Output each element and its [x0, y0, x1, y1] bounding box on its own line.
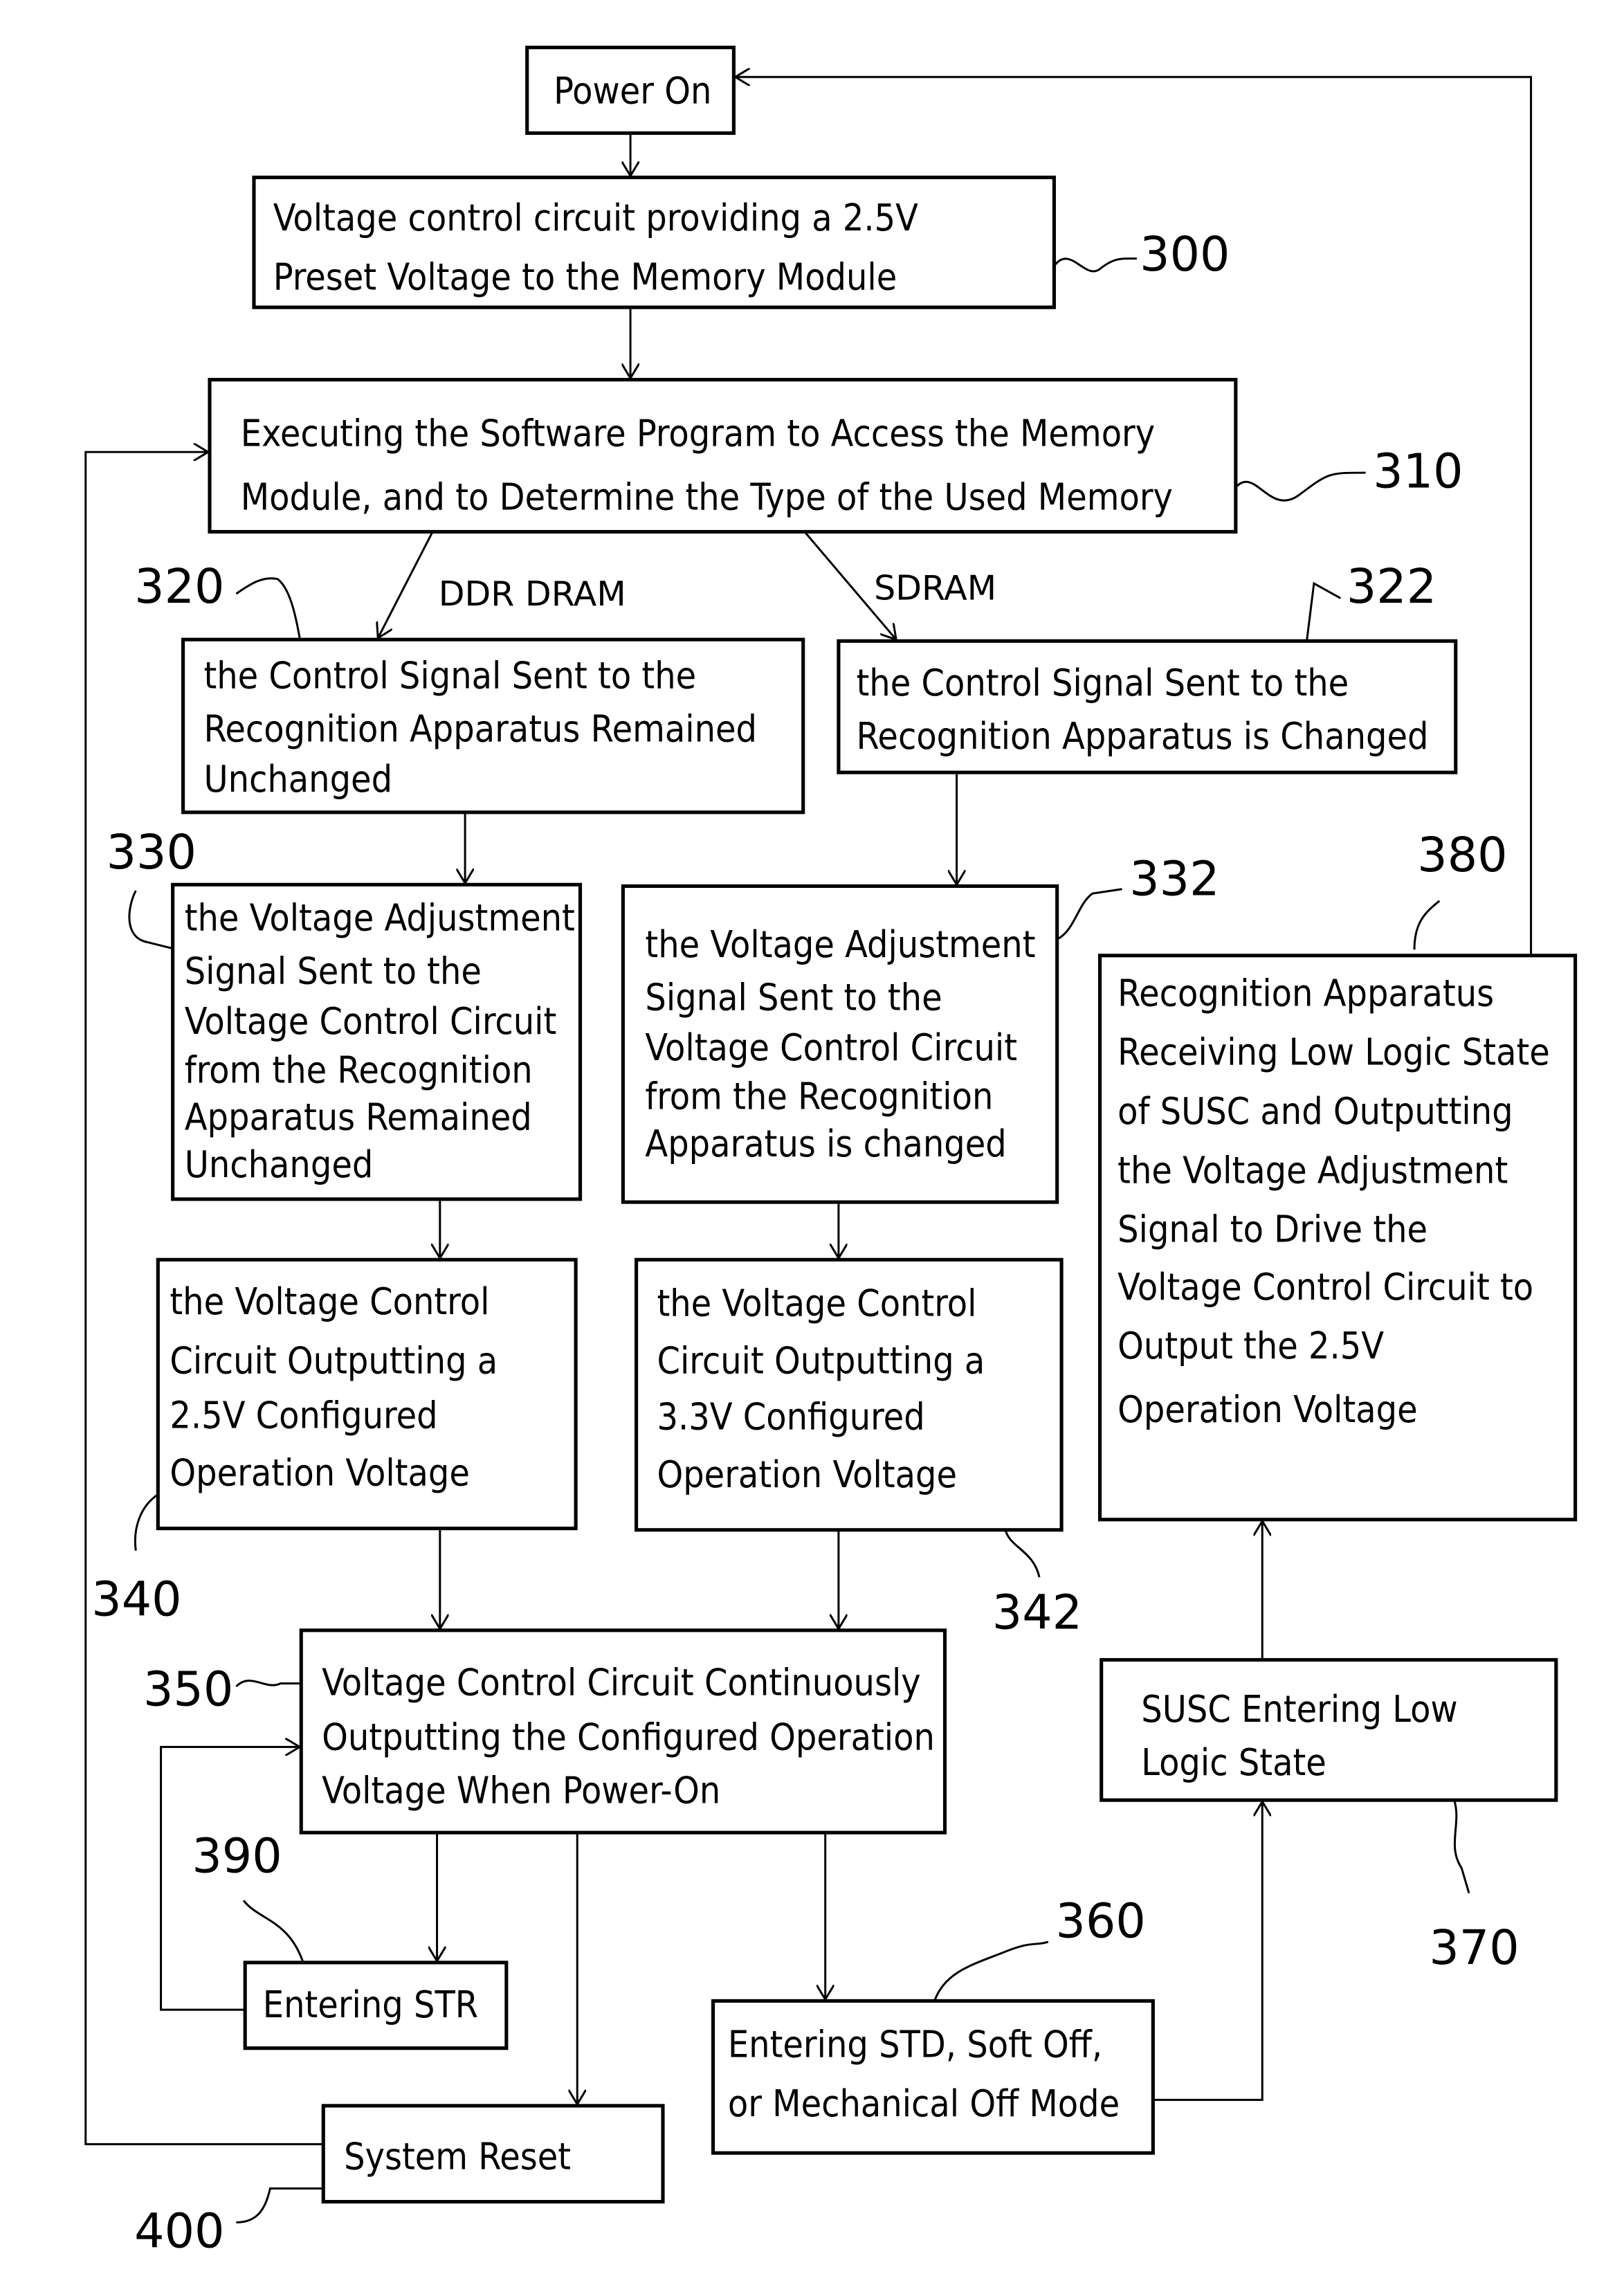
box-text: Voltage Control Circuit: [185, 999, 557, 1043]
ref-322: 322: [1305, 560, 1436, 643]
branch-label-ddr: DDR DRAM: [439, 574, 626, 614]
box-text: Operation Voltage: [1117, 1388, 1418, 1431]
box-text: 2.5V Configured: [170, 1394, 437, 1437]
box-text: Recognition Apparatus: [1117, 971, 1494, 1015]
ref-number: 340: [91, 1572, 181, 1627]
box-text: from the Recognition: [645, 1075, 993, 1118]
ref-number: 350: [143, 1663, 233, 1718]
box-360: Entering STD, Soft Off, or Mechanical Of…: [711, 1999, 1155, 2155]
box-text: Executing the Software Program to Access…: [241, 412, 1155, 455]
box-370: SUSC Entering Low Logic State: [1100, 1657, 1558, 1802]
box-322: the Control Signal Sent to the Recogniti…: [837, 639, 1458, 774]
flowchart: Power On Voltage control circuit providi…: [84, 46, 1578, 2259]
box-text: System Reset: [344, 2135, 571, 2179]
ref-number: 320: [134, 560, 224, 615]
box-text: Circuit Outputting a: [657, 1339, 985, 1383]
arrow-360-370: [1153, 1801, 1262, 2101]
box-text: Operation Voltage: [170, 1451, 470, 1495]
box-text: Power On: [554, 69, 711, 113]
box-text: Outputting the Configured Operation: [322, 1716, 935, 1759]
box-text: Preset Voltage to the Memory Module: [273, 255, 897, 298]
box-332: the Voltage Adjustment Signal Sent to th…: [621, 884, 1059, 1204]
ref-number: 390: [192, 1830, 282, 1884]
box-390: Entering STR: [243, 1961, 509, 2050]
ref-300: 300: [1053, 228, 1230, 282]
box-text: Voltage Control Circuit to: [1117, 1265, 1533, 1309]
box-text: the Voltage Adjustment: [1117, 1148, 1508, 1192]
box-text: Circuit Outputting a: [170, 1339, 498, 1383]
box-320: the Control Signal Sent to the Recogniti…: [181, 637, 805, 815]
ref-390: 390: [192, 1830, 304, 1962]
box-text: SUSC Entering Low: [1141, 1687, 1457, 1731]
ref-320: 320: [134, 560, 301, 639]
box-text: Recognition Apparatus Remained: [203, 707, 757, 750]
ref-342: 342: [992, 1529, 1082, 1641]
box-text: Apparatus Remained: [185, 1095, 532, 1139]
box-text: the Voltage Adjustment: [185, 895, 575, 939]
ref-380: 380: [1413, 828, 1508, 950]
box-text: Recognition Apparatus is Changed: [857, 714, 1429, 758]
box-text: Apparatus is changed: [645, 1122, 1006, 1165]
ref-400: 400: [134, 2187, 322, 2259]
box-text: Voltage Control Circuit: [645, 1026, 1017, 1069]
ref-number: 400: [134, 2205, 224, 2259]
box-text: Unchanged: [185, 1143, 374, 1186]
box-text: Signal Sent to the: [645, 976, 942, 1019]
box-text: the Voltage Adjustment: [645, 922, 1035, 966]
box-text: Unchanged: [203, 757, 392, 801]
arrow-310-320: [378, 531, 434, 638]
box-380: Recognition Apparatus Receiving Low Logi…: [1097, 954, 1578, 1522]
ref-number: 322: [1347, 560, 1436, 615]
ref-number: 360: [1056, 1895, 1146, 1949]
ref-370: 370: [1429, 1799, 1520, 1976]
branch-label-sdram: SDRAM: [874, 568, 996, 608]
box-text: Entering STR: [263, 1983, 478, 2026]
box-text: Module, and to Determine the Type of the…: [241, 475, 1173, 518]
box-310: Executing the Software Program to Access…: [208, 378, 1238, 534]
ref-number: 332: [1129, 852, 1219, 907]
box-text: 3.3V Configured: [657, 1395, 924, 1439]
box-power-on: Power On: [525, 46, 736, 135]
ref-360: 360: [933, 1895, 1146, 2001]
box-text: Receiving Low Logic State: [1117, 1030, 1550, 1074]
box-300: Voltage control circuit providing a 2.5V…: [252, 175, 1056, 309]
box-400: System Reset: [321, 2104, 665, 2204]
box-text: the Voltage Control: [657, 1281, 976, 1325]
box-text: the Control Signal Sent to the: [857, 661, 1349, 704]
box-text: of SUSC and Outputting: [1117, 1089, 1513, 1133]
box-text: Signal Sent to the: [185, 949, 482, 992]
ref-310: 310: [1234, 444, 1463, 502]
ref-number: 330: [107, 826, 197, 880]
ref-332: 332: [1056, 852, 1220, 940]
box-text: Entering STD, Soft Off,: [728, 2022, 1102, 2066]
box-330: the Voltage Adjustment Signal Sent to th…: [171, 882, 583, 1201]
ref-number: 300: [1140, 228, 1230, 282]
box-text: Operation Voltage: [657, 1453, 957, 1496]
box-text: from the Recognition: [185, 1048, 533, 1091]
box-340: the Voltage Control Circuit Outputting a…: [156, 1257, 578, 1531]
ref-number: 342: [992, 1586, 1082, 1641]
box-text: Voltage Control Circuit Continuously: [322, 1661, 921, 1704]
box-text: Voltage control circuit providing a 2.5V: [273, 196, 918, 239]
box-text: the Voltage Control: [170, 1280, 489, 1323]
box-text: Output the 2.5V: [1117, 1324, 1384, 1367]
box-text: the Control Signal Sent to the: [203, 654, 696, 698]
box-text: Voltage When Power-On: [322, 1768, 720, 1812]
ref-number: 370: [1429, 1921, 1519, 1976]
box-342: the Voltage Control Circuit Outputting a…: [635, 1257, 1064, 1532]
box-text: Logic State: [1141, 1740, 1326, 1784]
ref-350: 350: [143, 1663, 300, 1718]
ref-number: 310: [1373, 444, 1463, 499]
box-text: Signal to Drive the: [1117, 1208, 1427, 1251]
ref-number: 380: [1417, 828, 1507, 883]
box-350: Voltage Control Circuit Continuously Out…: [299, 1628, 947, 1835]
box-text: or Mechanical Off Mode: [728, 2082, 1120, 2125]
